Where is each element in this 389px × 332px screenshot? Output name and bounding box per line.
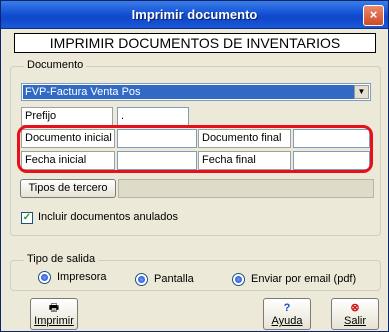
salir-button[interactable]: ⊗ Salir [331,298,379,330]
page-heading: IMPRIMIR DOCUMENTOS DE INVENTARIOS [14,33,376,53]
radio-impresora[interactable] [38,271,51,284]
imprimir-button[interactable]: 🖶 Imprimir [30,298,78,330]
window-title: Imprimir documento [131,7,258,22]
chevron-down-icon[interactable]: ▼ [354,85,369,99]
radio-impresora-dot [41,274,48,281]
radio-pantalla-label[interactable]: Pantalla [154,273,194,285]
incluir-anulados-checkbox[interactable]: ✓ [21,212,33,224]
radio-pantalla-dot [138,276,145,283]
prefijo-input[interactable]: . [117,107,189,126]
print-dialog-window: Imprimir documento × IMPRIMIR DOCUMENTOS… [0,0,389,332]
imprimir-button-label: Imprimir [34,315,74,327]
ayuda-button-label: Ayuda [271,315,303,327]
incluir-anulados-label[interactable]: Incluir documentos anulados [38,211,178,223]
printer-icon: 🖶 [48,302,60,314]
ayuda-button[interactable]: ? Ayuda [263,298,311,330]
title-bar[interactable]: Imprimir documento × [1,1,388,29]
radio-impresora-label[interactable]: Impresora [57,271,107,283]
radio-pantalla[interactable] [135,273,148,286]
salir-button-label: Salir [343,315,366,327]
close-button[interactable]: × [363,5,384,26]
highlight-annotation [17,125,373,173]
tipo-salida-group-label: Tipo de salida [24,253,99,265]
document-type-selected: FVP-Factura Venta Pos [23,85,356,99]
prefijo-label: Prefijo [21,107,113,126]
documento-group-label: Documento [24,59,87,71]
tipos-tercero-button[interactable]: Tipos de tercero [20,179,116,198]
checkmark-icon: ✓ [22,212,32,223]
exit-icon: ⊗ [350,302,360,314]
help-icon: ? [283,302,291,314]
radio-email-label[interactable]: Enviar por email (pdf) [251,273,356,285]
radio-email[interactable] [232,273,245,286]
tipos-tercero-field [118,179,374,198]
radio-email-dot [235,276,242,283]
document-type-select[interactable]: FVP-Factura Venta Pos ▼ [21,83,371,101]
